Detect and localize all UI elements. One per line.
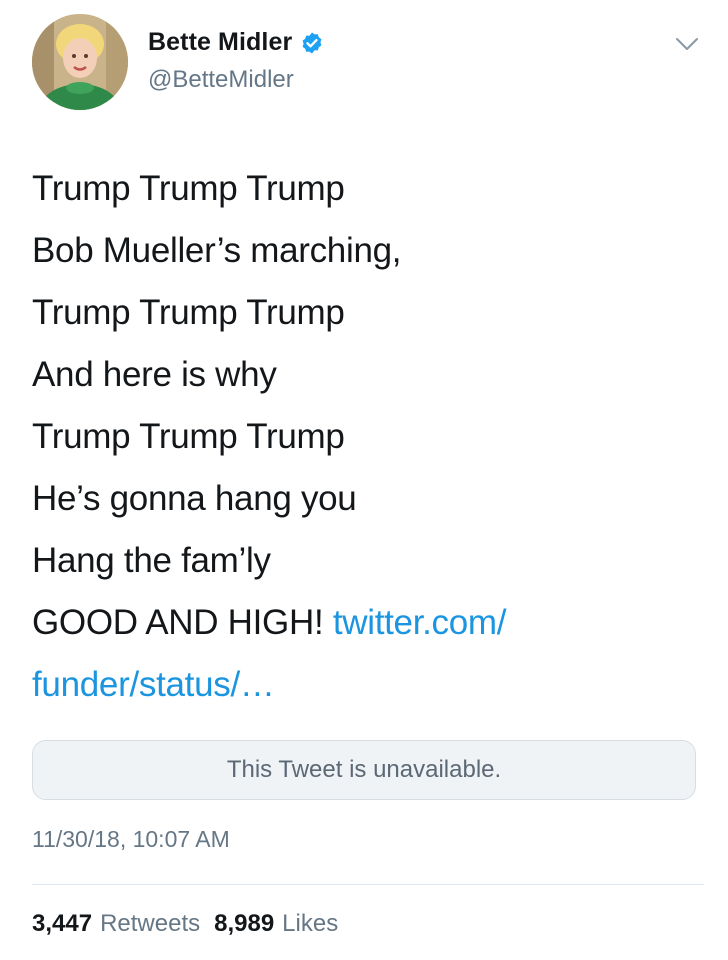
- quoted-tweet-card[interactable]: This Tweet is unavailable.: [32, 740, 696, 800]
- tweet-text-line: Trump Trump Trump: [32, 293, 345, 332]
- tweet-text-line: Bob Mueller’s marching,: [32, 231, 402, 270]
- likes-label: Likes: [282, 910, 339, 937]
- likes-stat[interactable]: 8,989 Likes: [214, 910, 338, 938]
- tweet-text-line: And here is why: [32, 355, 277, 394]
- author-handle[interactable]: @BetteMidler: [148, 66, 294, 94]
- tweet-text-line: He’s gonna hang you: [32, 479, 357, 518]
- tweet-text-line: Trump Trump Trump: [32, 169, 345, 208]
- divider: [32, 884, 704, 885]
- retweets-stat[interactable]: 3,447 Retweets: [32, 910, 200, 938]
- retweets-count: 3,447: [32, 910, 93, 937]
- retweets-label: Retweets: [100, 910, 201, 937]
- tweet-text: Trump Trump Trump Bob Mueller’s marching…: [32, 158, 702, 716]
- verified-badge-icon: [302, 32, 322, 53]
- avatar[interactable]: [32, 14, 128, 110]
- chevron-down-icon[interactable]: [674, 34, 700, 54]
- likes-count: 8,989: [214, 910, 275, 937]
- tweet-card: Bette Midler @BetteMidler Trump Trump Tr…: [0, 0, 728, 960]
- tweet-link-continued[interactable]: funder/status/…: [32, 654, 702, 716]
- tweet-link[interactable]: twitter.com/: [333, 603, 507, 642]
- quoted-tweet-unavailable-text: This Tweet is unavailable.: [226, 756, 502, 783]
- author-name-row: Bette Midler: [148, 28, 324, 57]
- tweet-text-line: Hang the fam’ly: [32, 541, 271, 580]
- profile-photo: [32, 14, 128, 110]
- tweet-stats: 3,447 Retweets 8,989 Likes: [32, 910, 338, 938]
- author-display-name[interactable]: Bette Midler: [148, 28, 292, 57]
- tweet-text-line: Trump Trump Trump: [32, 417, 345, 456]
- tweet-text-last-line: GOOD AND HIGH!: [32, 603, 333, 642]
- tweet-text-line-with-link: GOOD AND HIGH! twitter.com/: [32, 592, 702, 654]
- tweet-timestamp[interactable]: 11/30/18, 10:07 AM: [32, 826, 230, 853]
